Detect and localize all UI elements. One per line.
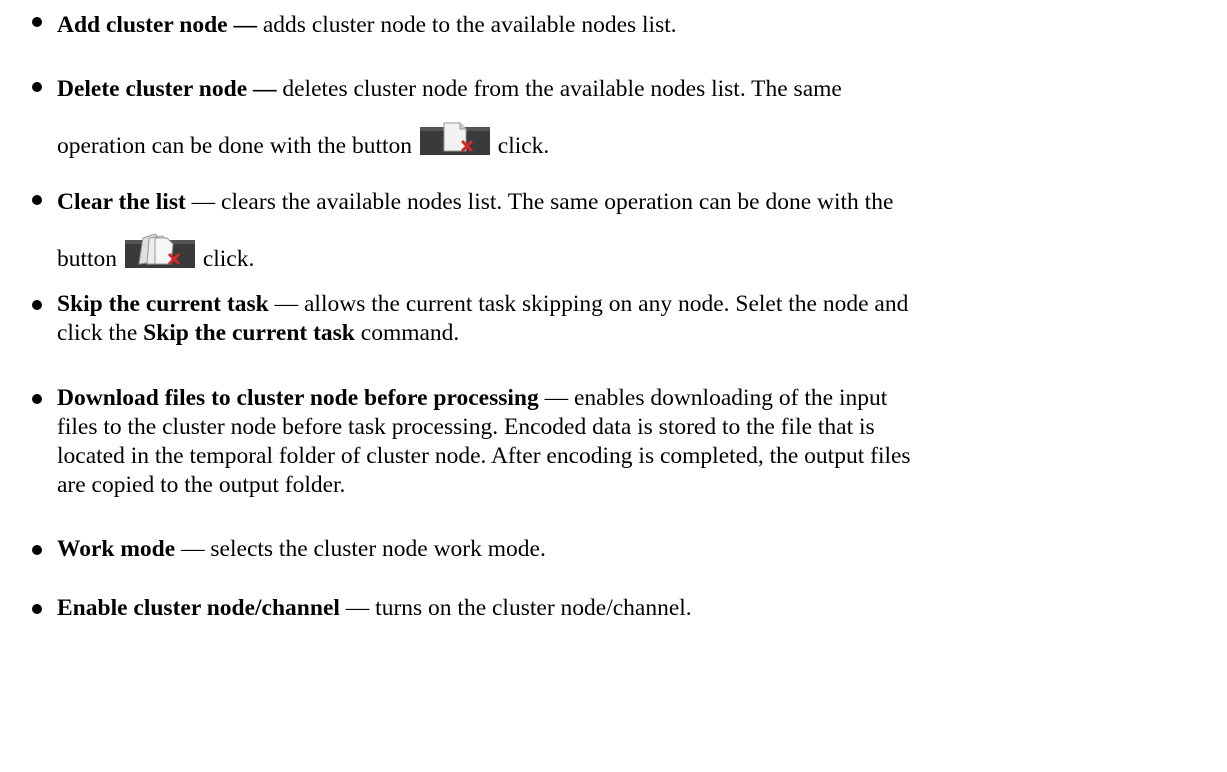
delete-node-icon <box>419 117 490 155</box>
term-add-cluster-node: Add cluster node — <box>57 12 257 38</box>
bullet <box>32 82 42 92</box>
term-clear-the-list: Clear the list <box>57 189 186 215</box>
term-download-files: Download files to cluster node before pr… <box>57 385 539 411</box>
item-text: Work mode — selects the cluster node wor… <box>57 536 546 562</box>
clear-list-icon <box>124 230 195 268</box>
bullet <box>32 604 42 614</box>
item-text: Delete cluster node — deletes cluster no… <box>57 76 842 159</box>
item-text: Enable cluster node/channel — turns on t… <box>57 595 692 621</box>
term-work-mode: Work mode <box>57 536 176 562</box>
term-enable-cluster-node: Enable cluster node/channel <box>57 595 340 621</box>
bullet <box>32 545 42 555</box>
bullet <box>32 394 42 404</box>
bullet <box>32 195 42 205</box>
item-text: Add cluster node — adds cluster node to … <box>57 12 677 38</box>
item-text: Download files to cluster node before pr… <box>57 385 911 498</box>
term-skip-current-task: Skip the current task <box>57 291 269 317</box>
term-delete-cluster-node: Delete cluster node — <box>57 76 277 102</box>
item-text: Skip the current task — allows the curre… <box>57 291 909 346</box>
bullet <box>32 17 42 27</box>
item-text: Clear the list — clears the available no… <box>57 189 894 272</box>
bullet <box>32 300 42 310</box>
